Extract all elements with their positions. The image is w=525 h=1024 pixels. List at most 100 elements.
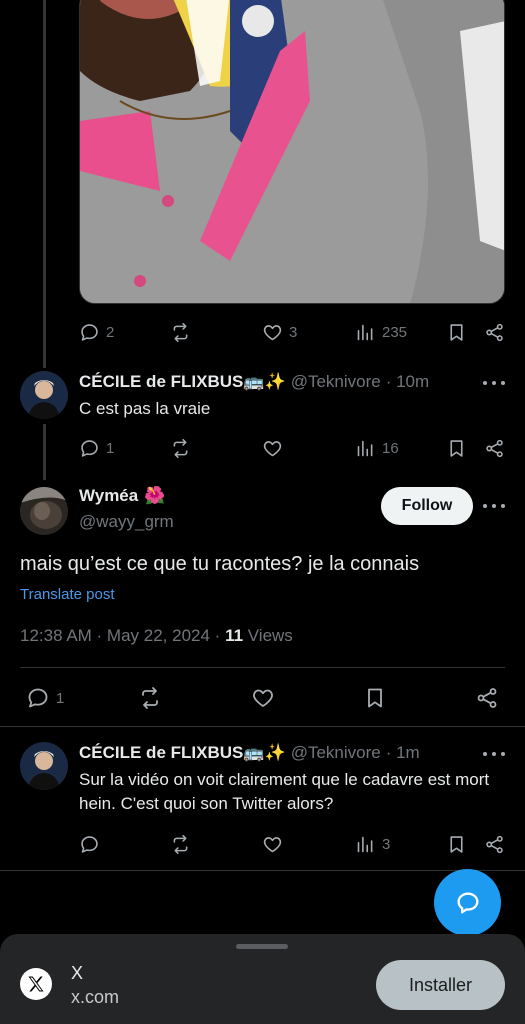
reply-count: 2: [106, 323, 115, 341]
views-button[interactable]: 16: [355, 433, 399, 463]
more-options-button[interactable]: [483, 496, 505, 516]
heart-icon: [253, 689, 273, 707]
share-button[interactable]: [475, 683, 499, 713]
post-time[interactable]: · 10m: [386, 372, 429, 392]
like-count: 3: [289, 323, 298, 341]
views-count: 16: [382, 439, 399, 457]
more-dot: [483, 504, 487, 508]
divider: [0, 726, 525, 727]
tweet-media-image[interactable]: [79, 0, 505, 304]
display-name[interactable]: CÉCILE de FLIXBUS🚌✨: [79, 372, 286, 392]
user-handle[interactable]: @Teknivore: [291, 743, 381, 763]
more-options-button[interactable]: [483, 744, 505, 764]
bookmark-icon: [368, 688, 382, 708]
views-count: 235: [382, 323, 408, 341]
tweet-actions: 3: [0, 829, 525, 859]
display-name[interactable]: Wyméa 🌺: [79, 486, 165, 506]
like-button[interactable]: 3: [262, 317, 297, 347]
like-button[interactable]: [262, 433, 283, 463]
share-icon: [486, 439, 503, 457]
post-time[interactable]: · 1m: [386, 743, 420, 763]
views-label[interactable]: Views: [243, 626, 293, 645]
x-logo-glyph: [28, 976, 44, 992]
app-url: x.com: [71, 987, 120, 1007]
compose-reply-button[interactable]: [434, 869, 501, 936]
reply-button[interactable]: 2: [79, 317, 114, 347]
reply-button[interactable]: 1: [26, 683, 64, 713]
like-button[interactable]: [262, 829, 283, 859]
app-name: X: [71, 963, 84, 983]
reply-icon: [28, 688, 48, 708]
tweet-actions: 1: [0, 683, 525, 713]
bookmark-icon: [450, 439, 463, 457]
avatar[interactable]: [20, 371, 68, 419]
share-icon: [486, 835, 503, 853]
more-dot: [501, 381, 505, 385]
tweet-metadata: 12:38 AM · May 22, 2024 · 11 Views: [20, 626, 293, 646]
like-button[interactable]: [251, 683, 275, 713]
avatar-image: [20, 742, 68, 790]
heart-icon: [263, 440, 282, 456]
views-count: 11: [225, 626, 244, 645]
sheet-drag-handle[interactable]: [236, 944, 288, 949]
repost-icon: [173, 834, 188, 854]
share-button[interactable]: [484, 317, 505, 347]
translate-post-link[interactable]: Translate post: [20, 586, 115, 603]
install-button[interactable]: Installer: [376, 960, 505, 1010]
reply-button[interactable]: 1: [79, 433, 114, 463]
share-button[interactable]: [484, 433, 505, 463]
divider: [0, 870, 525, 871]
follow-button[interactable]: Follow: [381, 487, 473, 525]
heart-icon: [263, 324, 282, 340]
repost-button[interactable]: [170, 433, 191, 463]
reply-count: 1: [56, 689, 65, 707]
reply-button[interactable]: [79, 829, 100, 859]
tweet-timestamp[interactable]: 12:38 AM · May 22, 2024 ·: [20, 626, 225, 645]
avatar-image: [20, 487, 68, 535]
repost-button[interactable]: [138, 683, 162, 713]
x-logo-icon: [20, 968, 52, 1000]
thread-connector-line: [43, 0, 46, 368]
views-button[interactable]: 3: [355, 829, 390, 859]
avatar[interactable]: [20, 487, 68, 535]
tweet-text: mais qu’est ce que tu racontes? je la co…: [20, 553, 420, 575]
reply-header: CÉCILE de FLIXBUS🚌✨ @Teknivore · 10m: [79, 370, 429, 394]
avatar[interactable]: [20, 742, 68, 790]
repost-button[interactable]: [170, 317, 191, 347]
display-name-emoji: 🌺: [144, 486, 166, 505]
share-icon: [486, 323, 503, 341]
share-icon: [477, 688, 497, 708]
display-name-text: Wyméa: [79, 486, 139, 505]
bookmark-icon: [450, 835, 463, 853]
more-options-button[interactable]: [483, 373, 505, 393]
repost-icon: [142, 687, 158, 709]
reply-icon: [81, 439, 98, 457]
bookmark-button[interactable]: [446, 829, 467, 859]
bookmark-button[interactable]: [446, 317, 467, 347]
views-button[interactable]: 235: [355, 317, 407, 347]
reply-icon: [81, 835, 98, 853]
reply-count: 1: [106, 439, 115, 457]
more-dot: [501, 752, 505, 756]
views-count: 3: [382, 835, 391, 853]
share-button[interactable]: [484, 829, 505, 859]
user-handle[interactable]: @Teknivore: [291, 372, 381, 392]
divider: [20, 667, 505, 668]
bookmark-button[interactable]: [446, 433, 467, 463]
user-handle[interactable]: @wayy_grm: [79, 512, 174, 532]
bookmark-button[interactable]: [363, 683, 387, 713]
reply-text: C est pas la vraie: [79, 399, 211, 418]
display-name[interactable]: CÉCILE de FLIXBUS🚌✨: [79, 743, 286, 763]
repost-button[interactable]: [170, 829, 191, 859]
views-icon: [357, 440, 373, 456]
views-icon: [357, 324, 373, 340]
photo-illustration: [80, 0, 504, 303]
repost-icon: [173, 438, 188, 458]
more-dot: [483, 752, 487, 756]
bookmark-icon: [450, 323, 463, 341]
reply-header: CÉCILE de FLIXBUS🚌✨ @Teknivore · 1m: [79, 741, 420, 765]
tweet-actions: 2 3 235: [0, 317, 525, 347]
more-dot: [501, 504, 505, 508]
more-dot: [492, 504, 496, 508]
reply-icon: [81, 323, 98, 341]
